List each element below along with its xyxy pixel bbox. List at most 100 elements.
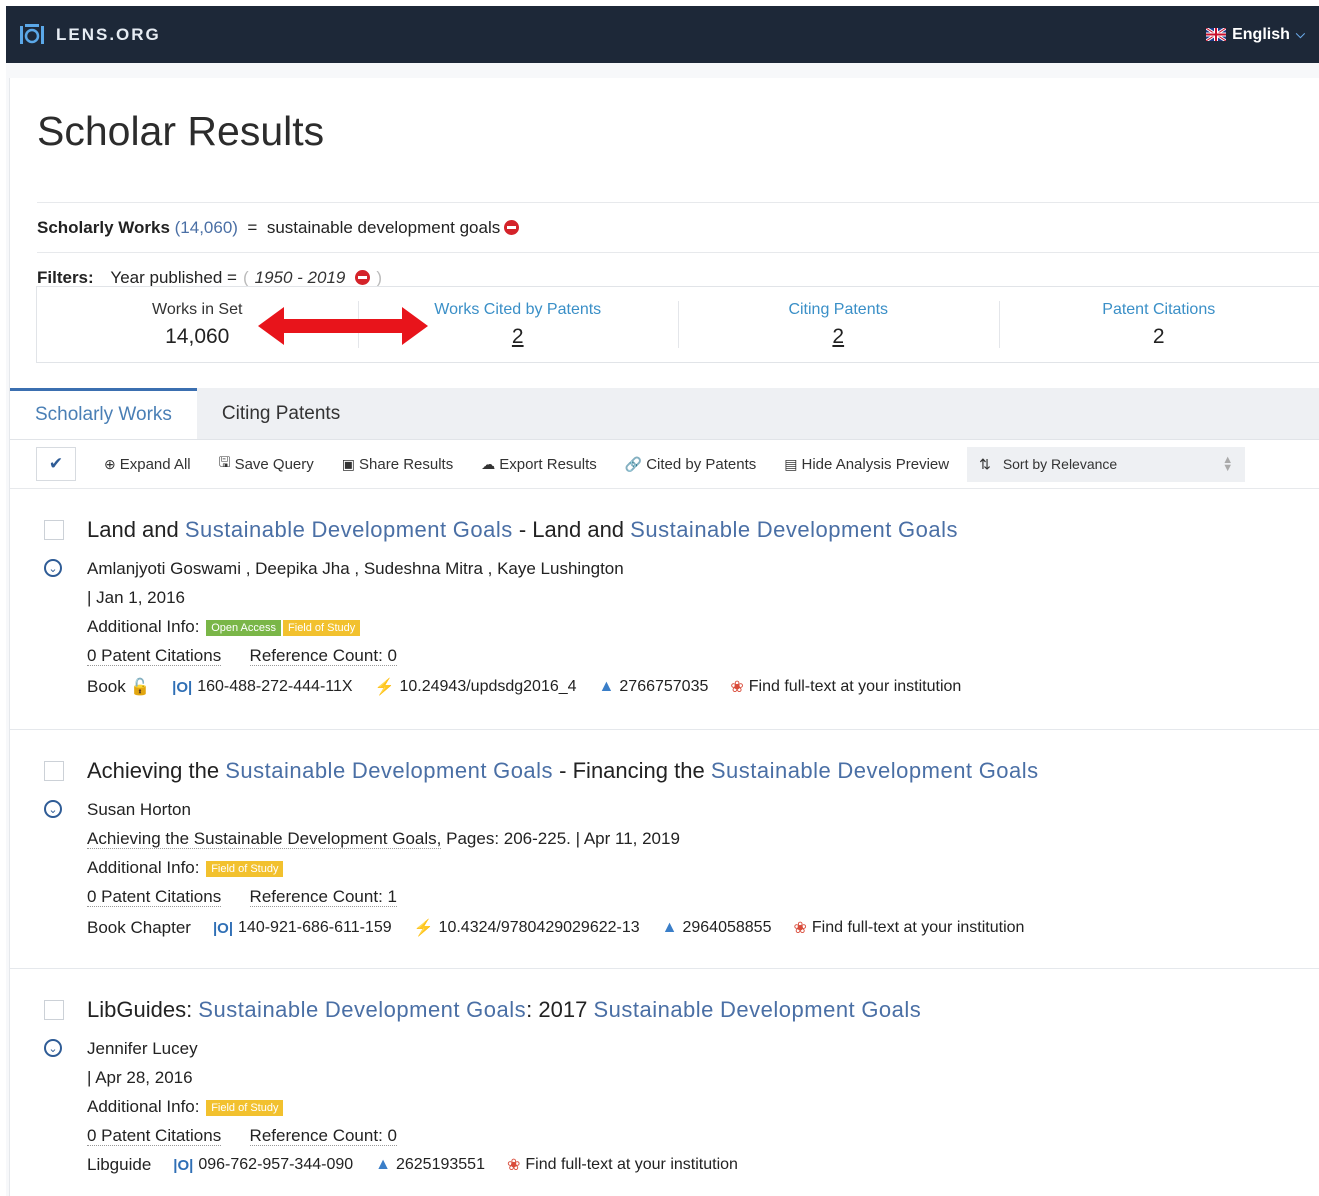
reference-count[interactable]: Reference Count: 0 [249,1126,397,1146]
chevron-down-icon: ⌵ [1295,27,1305,41]
stat-value[interactable]: 2 [512,325,524,349]
hide-analysis-label: Hide Analysis Preview [801,455,950,473]
lens-logo-icon: |O| [172,678,193,696]
top-navbar: LENS.ORG English ⌵ [6,6,1319,63]
fulltext-icon: ❀ [730,679,744,696]
sort-icon: ⇅ [979,455,991,472]
cited-by-patents-label: Cited by Patents [646,455,757,473]
result-type: Libguide [87,1155,152,1174]
source-title[interactable]: Achieving the Sustainable Development Go… [87,829,442,849]
lens-id[interactable]: |O| 096-762-957-344-090 [173,1156,353,1174]
save-icon: 🖫 [218,454,231,470]
mag-id[interactable]: ▲ 2766757035 [599,678,709,696]
lens-logo-icon [20,23,44,44]
stat-value[interactable]: 2 [832,325,844,349]
stat-value: 14,060 [165,324,230,348]
stat-citing-patents[interactable]: Citing Patents 2 [678,287,999,362]
cited-by-patents-button[interactable]: 🔗 Cited by Patents [625,456,757,473]
doi[interactable]: ⚡ 10.24943/updsdg2016_4 [375,677,577,697]
result-title[interactable]: Land and Sustainable Development Goals -… [87,517,958,543]
lens-id[interactable]: |O| 140-921-686-611-159 [213,919,392,937]
share-icon: ▣ [341,455,356,472]
result-title[interactable]: LibGuides: Sustainable Development Goals… [87,997,921,1023]
save-query-label: Save Query [234,455,314,473]
additional-info: Additional Info: Field of Study [87,1097,284,1117]
result-item: Land and Sustainable Development Goals -… [10,489,1319,730]
hide-analysis-button[interactable]: ▤ Hide Analysis Preview [784,456,949,473]
cloud-upload-icon: ☁ [481,455,496,472]
result-checkbox[interactable] [44,761,64,781]
result-identifiers: Book Chapter |O| 140-921-686-611-159 ⚡ 10.… [87,918,1024,938]
filter-value: 1950 - 2019 [254,267,346,287]
brand[interactable]: LENS.ORG [20,23,161,46]
link-icon: 🔗 [624,455,643,472]
result-checkbox[interactable] [44,520,64,540]
mag-id[interactable]: ▲ 2625193551 [375,1156,485,1174]
reference-count[interactable]: Reference Count: 1 [249,887,397,907]
result-checkbox[interactable] [44,1000,64,1020]
citation-counts: 0 Patent Citations Reference Count: 0 [87,646,397,666]
lens-logo-icon: |O| [173,1156,194,1174]
expand-result-icon[interactable]: ⌄ [44,559,62,577]
find-fulltext-link[interactable]: ❀ Find full-text at your institution [793,918,1024,938]
sort-select[interactable]: ⇅ Sort by Relevance ▲ ▼ [967,446,1246,482]
select-arrows-icon: ▲ ▼ [1222,454,1234,474]
patent-citations-link[interactable]: 0 Patent Citations [87,646,222,666]
uk-flag-icon [1206,28,1227,41]
stat-label[interactable]: Citing Patents [788,301,888,319]
mag-icon: ▲ [375,1156,391,1173]
language-label: English [1232,25,1290,43]
filters-label: Filters: [37,267,94,287]
remove-filter-icon[interactable] [355,270,371,285]
patent-citations-link[interactable]: 0 Patent Citations [87,1126,222,1146]
result-item: LibGuides: Sustainable Development Goals… [10,969,1319,1196]
expand-all-button[interactable]: ⊕ Expand All [104,456,191,473]
share-results-button[interactable]: ▣ Share Results [342,456,453,473]
find-fulltext-link[interactable]: ❀ Find full-text at your institution [730,677,961,697]
result-authors[interactable]: Amlanjyoti Goswami , Deepika Jha , Sudes… [87,559,624,579]
filter-close-paren: ) [376,267,383,287]
field-of-study-badge[interactable]: Field of Study [283,619,361,636]
result-title[interactable]: Achieving the Sustainable Development Go… [87,758,1039,784]
remove-query-icon[interactable] [504,220,520,235]
field-of-study-badge[interactable]: Field of Study [206,860,284,877]
results-tabs: Scholarly Works Citing Patents [10,388,1319,440]
query-equals: = [247,217,258,237]
main-content: Scholar Results Scholarly Works (14,060)… [9,78,1319,1196]
field-of-study-badge[interactable]: Field of Study [206,1099,284,1116]
result-source: Achieving the Sustainable Development Go… [87,829,680,849]
mag-id[interactable]: ▲ 2964058855 [662,919,772,937]
stat-patent-citations[interactable]: Patent Citations 2 [998,287,1319,362]
expand-result-icon[interactable]: ⌄ [44,800,62,818]
result-authors[interactable]: Susan Horton [87,800,191,820]
result-date: | Apr 11, 2019 [575,829,680,848]
result-identifiers: Libguide |O| 096-762-957-344-090 ▲ 2625193… [87,1155,738,1175]
open-lock-icon: 🔓 [130,679,151,696]
doi-icon: ⚡ [374,679,395,696]
stat-value: 2 [1152,324,1165,348]
tab-citing-patents[interactable]: Citing Patents [197,388,365,439]
filter-field: Year published = [110,267,237,287]
export-results-button[interactable]: ☁ Export Results [481,456,597,473]
doi[interactable]: ⚡ 10.4324/9780429029622-13 [414,918,640,938]
select-all-checkbox[interactable]: ✔ [36,447,76,481]
export-results-label: Export Results [499,455,597,473]
find-fulltext-link[interactable]: ❀ Find full-text at your institution [507,1155,738,1175]
language-selector[interactable]: English ⌵ [1206,26,1305,44]
check-icon: ✔ [48,454,64,473]
save-query-button[interactable]: 🖫 Save Query [219,452,314,476]
expand-result-icon[interactable]: ⌄ [44,1039,62,1057]
mag-icon: ▲ [598,678,615,695]
mag-icon: ▲ [661,919,678,936]
tab-scholarly-works[interactable]: Scholarly Works [10,388,197,439]
patent-citations-link[interactable]: 0 Patent Citations [87,887,222,907]
query-line: Scholarly Works (14,060) = sustainable d… [37,202,1319,252]
double-arrow-annotation [258,307,428,345]
lens-id[interactable]: |O| 160-488-272-444-11X [172,678,352,696]
result-authors[interactable]: Jennifer Lucey [87,1039,198,1059]
sort-label: Sort by Relevance [1002,456,1118,472]
reference-count[interactable]: Reference Count: 0 [249,646,397,666]
result-identifiers: Book 🔓 |O| 160-488-272-444-11X ⚡ 10.24943/… [87,677,961,697]
stat-label[interactable]: Patent Citations [1102,301,1215,319]
stat-label[interactable]: Works Cited by Patents [434,301,601,319]
